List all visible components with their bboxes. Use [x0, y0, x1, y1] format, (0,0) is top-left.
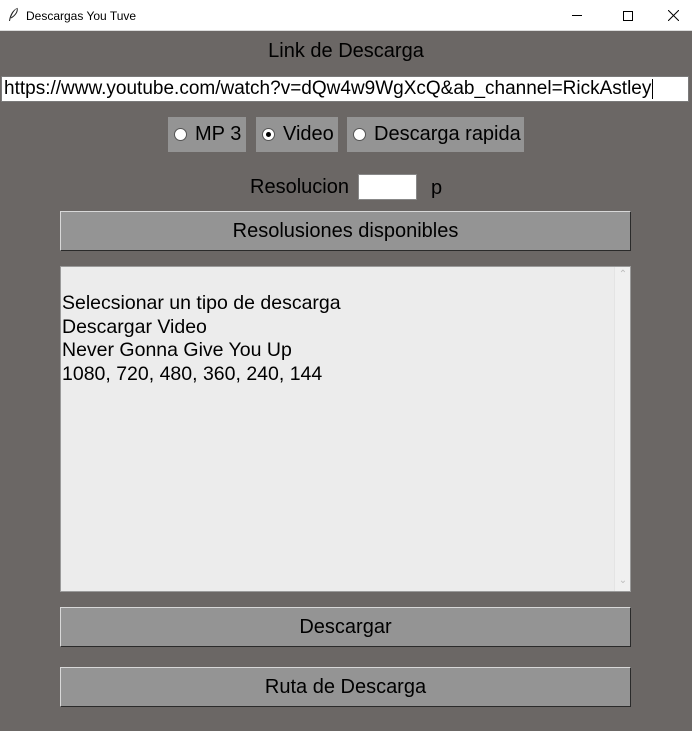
output-line: Descargar Video	[62, 315, 207, 338]
close-icon	[667, 10, 679, 21]
output-text: Selecsionar un tipo de descarga Descarga…	[62, 292, 341, 386]
resolution-unit: p	[431, 177, 443, 199]
text-caret	[652, 78, 654, 99]
scroll-down-icon[interactable]: ⌄	[615, 575, 631, 589]
output-line: Never Gonna Give You Up	[62, 339, 292, 361]
scroll-up-icon[interactable]: ⌃	[615, 269, 631, 283]
radio-descarga-rapida-label: Descarga rapida	[374, 123, 521, 145]
output-text-area[interactable]: Selecsionar un tipo de descarga Descarga…	[60, 266, 631, 592]
radio-video-indicator	[262, 128, 275, 141]
resolution-input[interactable]	[358, 174, 417, 200]
url-value: https://www.youtube.com/watch?v=dQw4w9Wg…	[4, 78, 652, 99]
radio-descarga-rapida-indicator	[353, 128, 366, 141]
download-path-button[interactable]: Ruta de Descarga	[60, 667, 631, 707]
download-button[interactable]: Descargar	[60, 607, 631, 647]
link-label: Link de Descarga	[268, 40, 424, 62]
radio-video[interactable]: Video	[256, 117, 338, 152]
available-resolutions-button[interactable]: Resolusiones disponibles	[60, 211, 631, 251]
maximize-icon	[623, 10, 633, 21]
maximize-button[interactable]	[605, 0, 651, 31]
radio-mp3[interactable]: MP 3	[168, 117, 246, 152]
close-button[interactable]	[650, 0, 692, 31]
radio-descarga-rapida[interactable]: Descarga rapida	[347, 117, 524, 152]
title-bar: Descargas You Tuve	[0, 0, 692, 31]
output-line: Selecsionar un tipo de descarga	[62, 292, 341, 314]
minimize-icon	[572, 15, 582, 16]
radio-video-label: Video	[283, 123, 334, 145]
radio-mp3-indicator	[174, 128, 187, 141]
minimize-button[interactable]	[554, 0, 600, 31]
resolution-label: Resolucion	[250, 176, 349, 198]
feather-icon	[9, 7, 18, 21]
url-input[interactable]: https://www.youtube.com/watch?v=dQw4w9Wg…	[1, 76, 689, 102]
radio-mp3-label: MP 3	[195, 123, 242, 145]
window-title: Descargas You Tuve	[26, 9, 137, 23]
vertical-scrollbar[interactable]: ⌃ ⌄	[614, 267, 630, 591]
output-line: 1080, 720, 480, 360, 240, 144	[62, 362, 323, 385]
